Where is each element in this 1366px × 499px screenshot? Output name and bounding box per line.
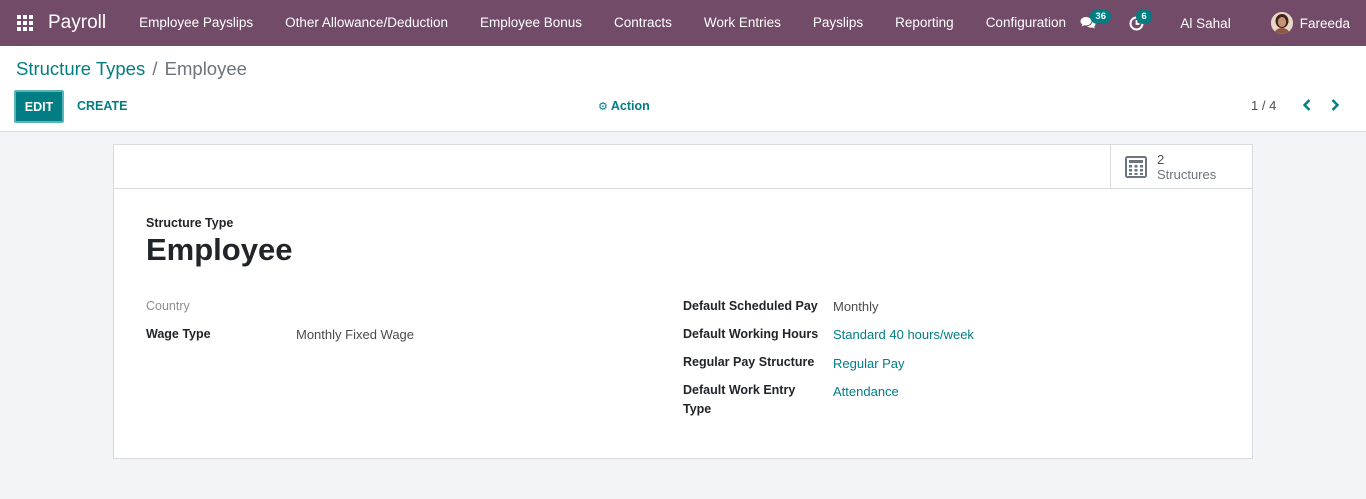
default-scheduled-pay-label: Default Scheduled Pay <box>683 299 818 313</box>
menu-reporting[interactable]: Reporting <box>879 0 970 46</box>
breadcrumb: Structure Types / Employee <box>16 58 247 80</box>
messages-menu[interactable]: 36 <box>1078 0 1111 46</box>
default-working-hours-label: Default Working Hours <box>683 327 819 341</box>
breadcrumb-parent[interactable]: Structure Types <box>16 58 145 79</box>
user-menu[interactable]: Fareeda <box>1270 12 1350 34</box>
pager-value[interactable]: 1 / 4 <box>1251 98 1276 113</box>
messages-badge: 36 <box>1090 9 1111 24</box>
default-work-entry-type-link[interactable]: Attendance <box>833 384 899 399</box>
activities-badge: 6 <box>1136 9 1152 24</box>
menu-payslips[interactable]: Payslips <box>797 0 879 46</box>
control-panel: Structure Types / Employee EDIT CREATE ⚙… <box>0 46 1366 132</box>
breadcrumb-separator: / <box>152 58 158 79</box>
avatar <box>1270 12 1293 34</box>
calculator-icon <box>1125 155 1147 178</box>
default-work-entry-type-label: Default Work Entry Type <box>683 381 795 419</box>
wage-type-value: Monthly Fixed Wage <box>296 327 415 342</box>
edit-button[interactable]: EDIT <box>14 90 64 123</box>
menu-employee-bonus[interactable]: Employee Bonus <box>464 0 598 46</box>
regular-pay-structure-label: Regular Pay Structure <box>683 355 815 369</box>
chevron-left-icon <box>1302 99 1311 111</box>
gear-icon: ⚙ <box>598 100 608 113</box>
pager-previous-button[interactable] <box>1301 98 1313 115</box>
title-field-label: Structure Type <box>146 216 234 230</box>
smart-button-box: 2 Structures <box>114 145 1252 189</box>
menu-contracts[interactable]: Contracts <box>598 0 688 46</box>
wage-type-label: Wage Type <box>146 327 211 341</box>
regular-pay-structure-link[interactable]: Regular Pay <box>833 356 905 371</box>
activities-menu[interactable]: 6 <box>1126 0 1152 46</box>
user-name: Fareeda <box>1299 15 1350 31</box>
structures-count: 2 <box>1157 151 1165 167</box>
structures-label: Structures <box>1157 166 1217 182</box>
menu-work-entries[interactable]: Work Entries <box>688 0 797 46</box>
country-label: Country <box>146 299 190 313</box>
main-menu: Employee Payslips Other Allowance/Deduct… <box>123 0 1082 46</box>
navbar-systray: 36 6 Al Sahal Fareeda <box>1078 0 1366 46</box>
breadcrumb-current: Employee <box>164 58 247 79</box>
title-field-value: Employee <box>146 232 293 267</box>
top-navbar: Payroll Employee Payslips Other Allowanc… <box>0 0 1366 46</box>
chevron-right-icon <box>1331 99 1340 111</box>
structures-smart-button[interactable]: 2 Structures <box>1110 145 1252 188</box>
default-scheduled-pay-value: Monthly <box>833 299 879 314</box>
default-work-entry-type-label-line2: Type <box>683 402 712 416</box>
menu-configuration[interactable]: Configuration <box>970 0 1082 46</box>
menu-employee-payslips[interactable]: Employee Payslips <box>123 0 269 46</box>
pager-next-button[interactable] <box>1329 98 1341 115</box>
action-label: Action <box>610 99 650 113</box>
menu-other-allowance-deduction[interactable]: Other Allowance/Deduction <box>269 0 464 46</box>
apps-grid-icon[interactable] <box>0 0 46 46</box>
company-switcher[interactable]: Al Sahal <box>1180 16 1230 31</box>
default-working-hours-link[interactable]: Standard 40 hours/week <box>833 327 974 342</box>
create-button[interactable]: CREATE <box>77 99 127 113</box>
app-brand[interactable]: Payroll <box>48 12 106 34</box>
default-work-entry-type-label-line1: Default Work Entry <box>683 383 796 397</box>
action-menu[interactable]: ⚙ Action <box>598 99 650 113</box>
form-sheet: 2 Structures Structure Type Employee Cou… <box>113 144 1253 459</box>
